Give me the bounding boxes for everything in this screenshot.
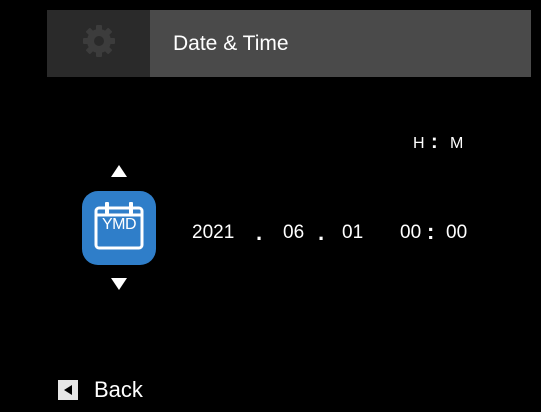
triangle-up-icon[interactable] [110, 164, 128, 178]
header-bar: Date & Time [150, 10, 531, 77]
minute-label: M [450, 135, 464, 152]
triangle-left-icon [58, 380, 78, 400]
back-button[interactable]: Back [58, 375, 143, 405]
settings-tab[interactable] [47, 10, 150, 77]
date-time-screen: Date & Time H : M YMD 2021 . 06 . 01 00 … [0, 0, 541, 412]
back-label: Back [94, 377, 143, 402]
date-separator: . [318, 220, 325, 245]
hour-value[interactable]: 00 [400, 222, 421, 244]
date-separator: . [256, 220, 263, 245]
time-separator: : [427, 219, 435, 244]
month-value[interactable]: 06 [283, 222, 304, 244]
triangle-down-icon[interactable] [110, 277, 128, 291]
date-time-value: 2021 . 06 . 01 00 : 00 [0, 219, 541, 252]
minute-value[interactable]: 00 [446, 222, 467, 244]
page-title: Date & Time [173, 31, 289, 55]
time-format-separator: : [431, 131, 438, 153]
gear-icon [82, 24, 116, 63]
hour-label: H [413, 135, 425, 152]
time-format-label: H : M [413, 131, 473, 157]
year-value[interactable]: 2021 [192, 222, 234, 244]
day-value[interactable]: 01 [342, 222, 363, 244]
